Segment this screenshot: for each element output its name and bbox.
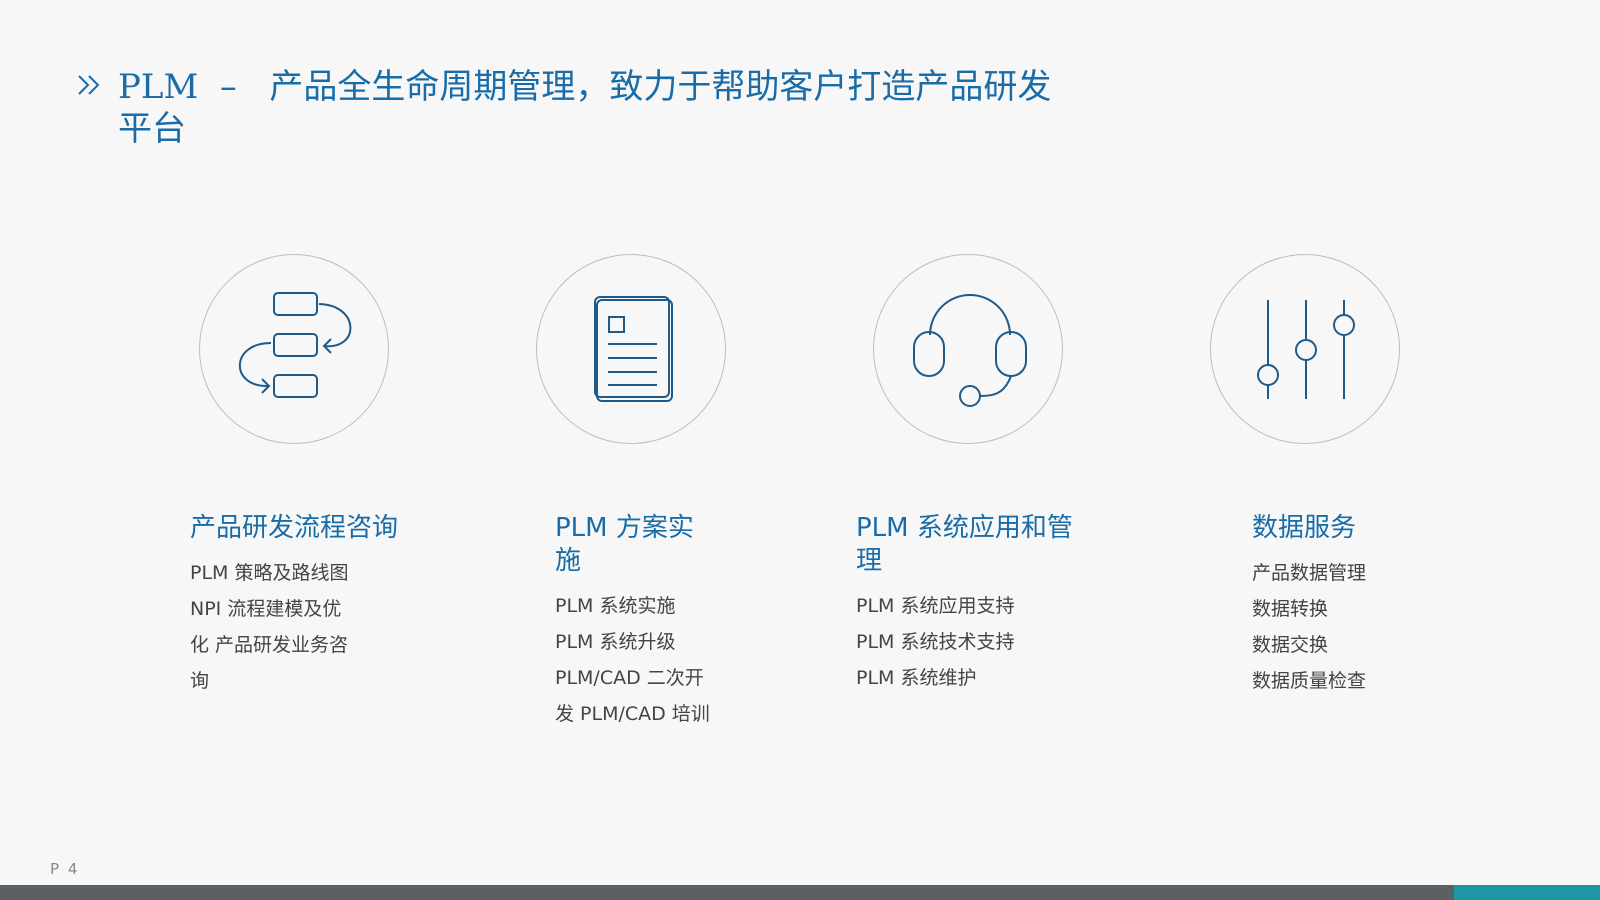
service-item: PLM 系统升级 — [555, 631, 676, 653]
service-item: 数据质量检查 — [1252, 670, 1367, 692]
service-consulting: 产品研发流程咨询 PLM 策略及路线图 NPI 流程建模及优 化 产品研发业务咨… — [190, 512, 430, 699]
workflow-icon — [238, 292, 352, 398]
page-title: PLM – 产品全生命周期管理，致力于帮助客户打造产品研发平台 — [118, 66, 1078, 150]
title-text: 产品全生命周期管理，致力于帮助客户打造产品研发平台 — [118, 67, 1052, 149]
service-item: 化 产品研发业务咨 — [190, 634, 349, 656]
service-item: PLM 系统实施 — [555, 595, 676, 617]
service-circle-data — [1210, 254, 1400, 444]
title-dash: – — [219, 67, 237, 107]
service-circle-support — [873, 254, 1063, 444]
service-heading: 数据服务 — [1252, 513, 1357, 543]
headset-icon — [913, 294, 1027, 407]
page-number: P 4 — [50, 860, 80, 878]
service-item: NPI 流程建模及优 — [190, 598, 342, 620]
service-item: PLM 系统维护 — [856, 667, 977, 689]
title-code: PLM — [118, 67, 199, 107]
service-item: 数据交换 — [1252, 634, 1329, 656]
service-heading: PLM 系统应用和管理 — [856, 513, 1073, 576]
document-icon — [594, 296, 673, 402]
service-item: PLM/CAD 二次开 — [555, 667, 704, 689]
service-implementation: PLM 方案实施 PLM 系统实施 PLM 系统升级 PLM/CAD 二次开 发… — [555, 512, 710, 732]
service-item: PLM 系统技术支持 — [856, 631, 1015, 653]
double-chevron-icon — [78, 75, 100, 95]
service-circle-implementation — [536, 254, 726, 444]
service-heading: 产品研发流程咨询 — [190, 513, 399, 543]
slide: PLM – 产品全生命周期管理，致力于帮助客户打造产品研发平台 产品研发流程咨询… — [0, 0, 1600, 900]
service-item: 发 PLM/CAD 培训 — [555, 703, 710, 725]
footer-accent — [1454, 885, 1600, 900]
service-item: 询 — [190, 670, 210, 692]
service-data: 数据服务 产品数据管理 数据转换 数据交换 数据质量检查 — [1252, 512, 1452, 699]
service-item: 数据转换 — [1252, 598, 1329, 620]
service-item: 产品数据管理 — [1252, 562, 1367, 584]
service-item: PLM 策略及路线图 — [190, 562, 349, 584]
service-circle-consulting — [199, 254, 389, 444]
footer-bar — [0, 885, 1454, 900]
service-heading: PLM 方案实施 — [555, 513, 694, 576]
service-item: PLM 系统应用支持 — [856, 595, 1015, 617]
sliders-icon — [1257, 300, 1355, 399]
service-support: PLM 系统应用和管理 PLM 系统应用支持 PLM 系统技术支持 PLM 系统… — [856, 512, 1076, 696]
